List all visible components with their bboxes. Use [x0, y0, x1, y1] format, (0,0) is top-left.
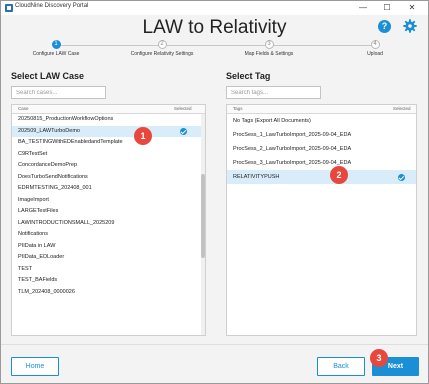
case-name: 20250815_ProductionWorkflowOptions	[18, 116, 114, 122]
case-row[interactable]: DoesTurboSendNotifications	[12, 172, 205, 184]
tag-row-selected[interactable]: RELATIVITYPUSH	[227, 170, 416, 184]
case-name: LARGETestFiles	[18, 208, 59, 214]
tag-row[interactable]: ProcSess_2_LawTurboImport_2025-09-04_EDA	[227, 142, 416, 156]
tag-row[interactable]: ProcSess_3_LawTurboImport_2025-09-04_EDA	[227, 156, 416, 170]
tag-name: ProcSess_2_LawTurboImport_2025-09-04_EDA	[233, 146, 352, 152]
case-name: C9RTestSet	[18, 150, 48, 157]
close-button[interactable]: ✕	[402, 2, 422, 14]
column-header-selected: Selected	[393, 106, 411, 111]
tag-list: Tags Selected No Tags (Export All Docume…	[226, 104, 417, 336]
maximize-button[interactable]: ☐	[377, 2, 397, 14]
callout-badge-3: 3	[370, 349, 388, 367]
case-list-header: Case Selected	[12, 105, 205, 114]
tag-row[interactable]: No Tags (Export All Documents)	[227, 114, 416, 128]
step-label: Map Fields & Settings	[244, 51, 294, 57]
case-name: EDRMTESTING_202408_001	[18, 185, 92, 191]
tag-name: RELATIVITYPUSH	[233, 174, 280, 180]
case-row[interactable]: C9RTestSet	[12, 149, 205, 161]
tag-name: ProcSess_1_LawTurboImport_2025-09-04_EDA	[233, 132, 352, 138]
case-row[interactable]: PIIData in LAW	[12, 241, 205, 253]
app-window: CloudNine Discovery Portal — ☐ ✕ LAW to …	[0, 0, 429, 384]
step-upload[interactable]: 4 Upload	[330, 40, 420, 57]
case-row[interactable]: ImageImport	[12, 195, 205, 207]
step-label: Configure LAW Case	[32, 51, 80, 57]
step-configure-law-case[interactable]: 1 Configure LAW Case	[11, 40, 101, 57]
step-number: 1	[51, 40, 61, 49]
tag-search-input[interactable]	[226, 86, 321, 99]
case-name: PIIData in LAW	[18, 242, 56, 249]
case-row[interactable]: PIIData_EDLoader	[12, 252, 205, 264]
case-row-selected[interactable]: 202509_LAWTurboDemo	[12, 125, 205, 137]
case-name: DoesTurboSendNotifications	[18, 173, 88, 180]
column-header-selected: Selected	[174, 106, 192, 111]
case-row[interactable]: TEST	[12, 264, 205, 276]
tag-list-header: Tags Selected	[227, 105, 416, 114]
case-name: TLM_202408_0000026	[18, 288, 75, 295]
column-header-tags: Tags	[233, 106, 243, 111]
tag-row[interactable]: ProcSess_1_LawTurboImport_2025-09-04_EDA	[227, 128, 416, 142]
case-name: TEST	[18, 265, 33, 272]
help-icon[interactable]: ?	[378, 20, 391, 33]
step-label: Configure Relativity Settings	[130, 51, 194, 57]
scrollbar-thumb[interactable]	[201, 174, 205, 258]
tag-title: Select Tag	[226, 71, 271, 81]
case-row[interactable]: ConcordanceDemoPrep	[12, 160, 205, 172]
case-name: PIIData_EDLoader	[18, 254, 65, 260]
footer-divider	[1, 344, 428, 345]
minimize-button[interactable]: —	[353, 2, 373, 14]
step-number: 3	[264, 40, 274, 49]
case-row[interactable]: LARGETestFiles	[12, 206, 205, 218]
case-list: Case Selected 20250815_ProductionWorkflo…	[11, 104, 206, 336]
title-bar: CloudNine Discovery Portal — ☐ ✕	[1, 1, 428, 15]
step-label: Upload	[367, 51, 383, 57]
case-row[interactable]: BA_TESTINGWithEDEnabledandTemplate	[12, 137, 205, 149]
selected-check-icon	[180, 127, 187, 135]
case-name: ImageImport	[18, 196, 49, 203]
column-header-case: Case	[18, 106, 29, 111]
law-case-title: Select LAW Case	[11, 71, 85, 81]
callout-badge-2: 2	[330, 166, 348, 184]
window-title: CloudNine Discovery Portal	[15, 3, 89, 9]
step-number: 2	[157, 40, 167, 49]
case-row[interactable]: 20250815_ProductionWorkflowOptions	[12, 114, 205, 126]
case-row[interactable]: Notifications	[12, 229, 205, 241]
home-button[interactable]: Home	[11, 357, 59, 376]
callout-badge-1: 1	[134, 127, 152, 145]
step-map-fields[interactable]: 3 Map Fields & Settings	[224, 40, 314, 57]
step-configure-relativity-settings[interactable]: 2 Configure Relativity Settings	[117, 40, 207, 57]
case-name: LAWINTRODUCTIONSMALL_2025209	[18, 219, 115, 226]
case-list-scrollbar[interactable]	[201, 114, 205, 335]
case-row[interactable]: EDRMTESTING_202408_001	[12, 183, 205, 195]
case-name: Notifications	[18, 231, 48, 237]
case-row[interactable]: LAWINTRODUCTIONSMALL_2025209	[12, 218, 205, 230]
selected-check-icon	[398, 173, 405, 181]
case-name: ConcordanceDemoPrep	[18, 162, 78, 168]
step-number: 4	[370, 40, 380, 49]
case-row[interactable]: TEST_BAFields	[12, 275, 205, 287]
case-name: 202509_LAWTurboDemo	[18, 127, 80, 134]
case-name: BA_TESTINGWithEDEnabledandTemplate	[18, 139, 123, 145]
case-row[interactable]: TLM_202408_0000026	[12, 287, 205, 299]
page-title: LAW to Relativity	[142, 17, 287, 38]
app-icon	[5, 4, 13, 12]
back-button[interactable]: Back	[317, 357, 365, 376]
case-name: TEST_BAFields	[18, 277, 58, 283]
gear-icon[interactable]	[403, 19, 417, 33]
tag-name: ProcSess_3_LawTurboImport_2025-09-04_EDA	[233, 160, 352, 166]
tag-name: No Tags (Export All Documents)	[233, 118, 311, 124]
case-search-input[interactable]	[11, 86, 106, 99]
